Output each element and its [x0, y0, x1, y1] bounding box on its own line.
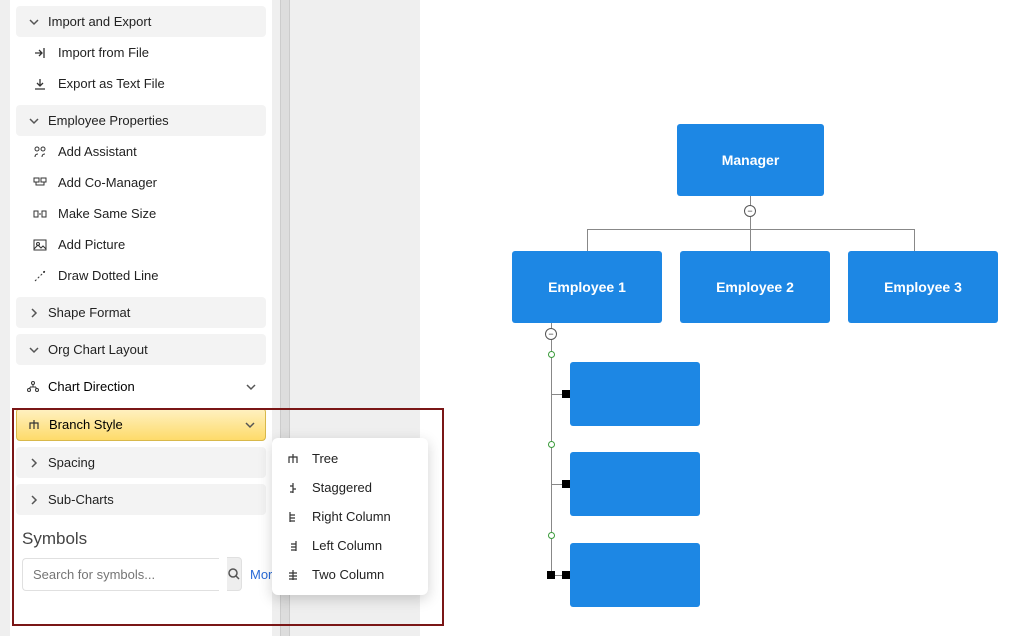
node-child-3[interactable] — [570, 543, 700, 607]
item-label: Add Picture — [58, 237, 125, 252]
sidebar: Import and Export Import from File Expor… — [10, 0, 272, 636]
handle-dot[interactable] — [548, 532, 555, 539]
item-label: Add Co-Manager — [58, 175, 157, 190]
section-label: Sub-Charts — [48, 492, 114, 507]
chevron-right-icon — [26, 308, 42, 318]
selection-handle[interactable] — [562, 571, 570, 579]
option-label: Tree — [312, 451, 338, 466]
handle-dot[interactable] — [548, 351, 555, 358]
item-chart-direction[interactable]: Chart Direction — [16, 371, 266, 402]
collapse-toggle[interactable]: − — [744, 205, 756, 217]
symbols-title: Symbols — [10, 515, 272, 557]
connector — [914, 229, 915, 251]
item-label: Branch Style — [49, 417, 123, 432]
item-dotted-line[interactable]: Draw Dotted Line — [10, 260, 272, 291]
chevron-down-icon — [245, 420, 255, 430]
section-label: Spacing — [48, 455, 95, 470]
item-label: Chart Direction — [48, 379, 135, 394]
connector — [750, 229, 751, 251]
section-label: Shape Format — [48, 305, 130, 320]
section-shape-format[interactable]: Shape Format — [16, 297, 266, 328]
import-icon — [32, 46, 48, 60]
chevron-down-icon — [246, 382, 256, 392]
section-label: Employee Properties — [48, 113, 169, 128]
option-label: Right Column — [312, 509, 391, 524]
section-subcharts[interactable]: Sub-Charts — [16, 484, 266, 515]
option-label: Left Column — [312, 538, 382, 553]
handle-dot[interactable] — [548, 441, 555, 448]
node-manager[interactable]: Manager — [677, 124, 824, 196]
section-label: Org Chart Layout — [48, 342, 148, 357]
item-add-comanager[interactable]: Add Co-Manager — [10, 167, 272, 198]
selection-handle[interactable] — [562, 390, 570, 398]
search-icon — [227, 567, 241, 581]
item-label: Draw Dotted Line — [58, 268, 158, 283]
section-import-export[interactable]: Import and Export — [16, 6, 266, 37]
picture-icon — [32, 238, 48, 252]
node-child-2[interactable] — [570, 452, 700, 516]
branch-style-popup: Tree Staggered Right Column Left Column … — [272, 438, 428, 595]
node-child-1[interactable] — [570, 362, 700, 426]
branch-icon — [27, 418, 41, 432]
collapse-toggle[interactable]: − — [545, 328, 557, 340]
item-import-file[interactable]: Import from File — [10, 37, 272, 68]
chevron-down-icon — [26, 17, 42, 27]
branch-option-staggered[interactable]: Staggered — [272, 473, 428, 502]
node-employee-3[interactable]: Employee 3 — [848, 251, 998, 323]
item-export-text[interactable]: Export as Text File — [10, 68, 272, 99]
node-employee-1[interactable]: Employee 1 — [512, 251, 662, 323]
branch-option-right-column[interactable]: Right Column — [272, 502, 428, 531]
chevron-right-icon — [26, 458, 42, 468]
option-label: Two Column — [312, 567, 384, 582]
two-column-icon — [286, 568, 302, 582]
staggered-icon — [286, 481, 302, 495]
symbols-search-input[interactable] — [22, 558, 219, 591]
symbols-search-button[interactable] — [227, 557, 242, 591]
branch-option-tree[interactable]: Tree — [272, 444, 428, 473]
symbols-search-row: More — [10, 557, 272, 591]
selection-handle[interactable] — [547, 571, 555, 579]
chevron-right-icon — [26, 495, 42, 505]
item-label: Add Assistant — [58, 144, 137, 159]
left-column-icon — [286, 539, 302, 553]
item-add-picture[interactable]: Add Picture — [10, 229, 272, 260]
right-column-icon — [286, 510, 302, 524]
assistant-icon — [32, 145, 48, 159]
item-same-size[interactable]: Make Same Size — [10, 198, 272, 229]
item-branch-style[interactable]: Branch Style — [16, 408, 266, 441]
item-label: Export as Text File — [58, 76, 165, 91]
canvas[interactable]: Manager − Employee 1 Employee 2 Employee… — [420, 0, 1016, 636]
item-label: Import from File — [58, 45, 149, 60]
section-org-layout[interactable]: Org Chart Layout — [16, 334, 266, 365]
dotted-line-icon — [32, 269, 48, 283]
tree-icon — [286, 452, 302, 466]
download-icon — [32, 77, 48, 91]
comanager-icon — [32, 176, 48, 190]
chevron-down-icon — [26, 116, 42, 126]
section-spacing[interactable]: Spacing — [16, 447, 266, 478]
connector — [587, 229, 588, 251]
item-add-assistant[interactable]: Add Assistant — [10, 136, 272, 167]
node-employee-2[interactable]: Employee 2 — [680, 251, 830, 323]
direction-icon — [26, 380, 40, 394]
section-label: Import and Export — [48, 14, 151, 29]
item-label: Make Same Size — [58, 206, 156, 221]
branch-option-left-column[interactable]: Left Column — [272, 531, 428, 560]
chevron-down-icon — [26, 345, 42, 355]
branch-option-two-column[interactable]: Two Column — [272, 560, 428, 589]
section-employee-props[interactable]: Employee Properties — [16, 105, 266, 136]
option-label: Staggered — [312, 480, 372, 495]
selection-handle[interactable] — [562, 480, 570, 488]
same-size-icon — [32, 207, 48, 221]
